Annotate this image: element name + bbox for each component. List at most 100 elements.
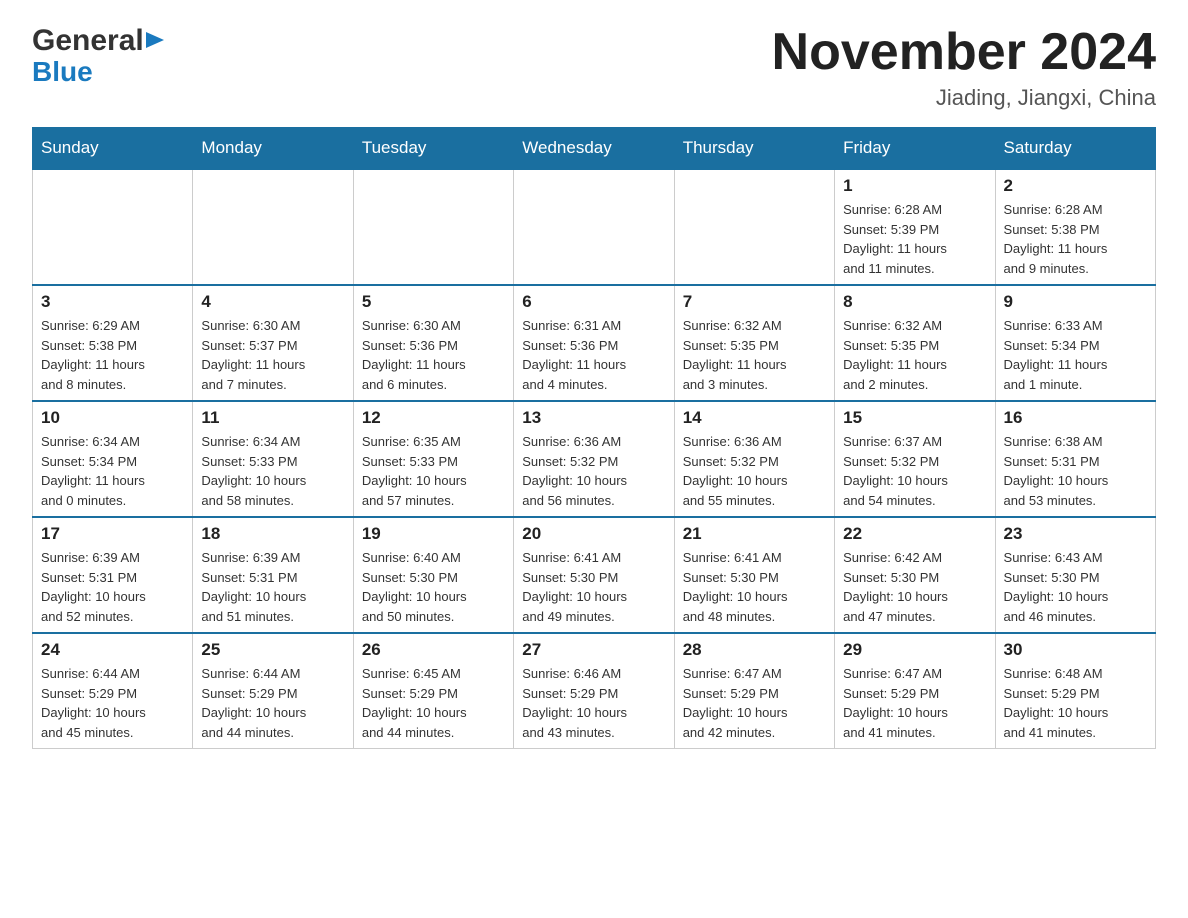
calendar-day-cell: 12 Sunrise: 6:35 AM Sunset: 5:33 PM Dayli… xyxy=(353,401,513,517)
day-number: 9 xyxy=(1004,292,1147,312)
day-number: 21 xyxy=(683,524,826,544)
day-info: Sunrise: 6:34 AM Sunset: 5:34 PM Dayligh… xyxy=(41,432,184,510)
day-number: 18 xyxy=(201,524,344,544)
header-wednesday: Wednesday xyxy=(514,128,674,170)
day-number: 26 xyxy=(362,640,505,660)
day-info: Sunrise: 6:36 AM Sunset: 5:32 PM Dayligh… xyxy=(683,432,826,510)
day-info: Sunrise: 6:31 AM Sunset: 5:36 PM Dayligh… xyxy=(522,316,665,394)
calendar-day-cell: 7 Sunrise: 6:32 AM Sunset: 5:35 PM Daylig… xyxy=(674,285,834,401)
day-info: Sunrise: 6:29 AM Sunset: 5:38 PM Dayligh… xyxy=(41,316,184,394)
day-number: 4 xyxy=(201,292,344,312)
day-info: Sunrise: 6:34 AM Sunset: 5:33 PM Dayligh… xyxy=(201,432,344,510)
header-tuesday: Tuesday xyxy=(353,128,513,170)
calendar-day-cell: 23 Sunrise: 6:43 AM Sunset: 5:30 PM Dayli… xyxy=(995,517,1155,633)
calendar-day-cell: 6 Sunrise: 6:31 AM Sunset: 5:36 PM Daylig… xyxy=(514,285,674,401)
calendar-day-cell: 4 Sunrise: 6:30 AM Sunset: 5:37 PM Daylig… xyxy=(193,285,353,401)
calendar-day-cell: 5Sunrise: 6:30 AM Sunset: 5:36 PM Daylig… xyxy=(353,285,513,401)
header-sunday: Sunday xyxy=(33,128,193,170)
day-number: 30 xyxy=(1004,640,1147,660)
calendar-day-cell: 26 Sunrise: 6:45 AM Sunset: 5:29 PM Dayli… xyxy=(353,633,513,749)
calendar-week-row: 3 Sunrise: 6:29 AM Sunset: 5:38 PM Daylig… xyxy=(33,285,1156,401)
day-info: Sunrise: 6:46 AM Sunset: 5:29 PM Dayligh… xyxy=(522,664,665,742)
day-info: Sunrise: 6:41 AM Sunset: 5:30 PM Dayligh… xyxy=(683,548,826,626)
subtitle: Jiading, Jiangxi, China xyxy=(772,85,1156,111)
day-number: 15 xyxy=(843,408,986,428)
calendar-day-cell xyxy=(193,169,353,285)
calendar-day-cell: 10 Sunrise: 6:34 AM Sunset: 5:34 PM Dayli… xyxy=(33,401,193,517)
calendar-day-cell: 8 Sunrise: 6:32 AM Sunset: 5:35 PM Daylig… xyxy=(835,285,995,401)
calendar-week-row: 1 Sunrise: 6:28 AM Sunset: 5:39 PM Daylig… xyxy=(33,169,1156,285)
calendar-week-row: 24Sunrise: 6:44 AM Sunset: 5:29 PM Dayli… xyxy=(33,633,1156,749)
calendar-day-cell: 15 Sunrise: 6:37 AM Sunset: 5:32 PM Dayli… xyxy=(835,401,995,517)
day-number: 19 xyxy=(362,524,505,544)
logo: General Blue xyxy=(32,24,168,88)
calendar-day-cell: 20 Sunrise: 6:41 AM Sunset: 5:30 PM Dayli… xyxy=(514,517,674,633)
calendar-day-cell: 13 Sunrise: 6:36 AM Sunset: 5:32 PM Dayli… xyxy=(514,401,674,517)
day-info: Sunrise: 6:43 AM Sunset: 5:30 PM Dayligh… xyxy=(1004,548,1147,626)
calendar-day-cell xyxy=(514,169,674,285)
calendar-day-cell xyxy=(33,169,193,285)
day-number: 8 xyxy=(843,292,986,312)
day-number: 13 xyxy=(522,408,665,428)
day-info: Sunrise: 6:35 AM Sunset: 5:33 PM Dayligh… xyxy=(362,432,505,510)
calendar-day-cell: 3 Sunrise: 6:29 AM Sunset: 5:38 PM Daylig… xyxy=(33,285,193,401)
calendar-day-cell: 21 Sunrise: 6:41 AM Sunset: 5:30 PM Dayli… xyxy=(674,517,834,633)
title-area: November 2024 Jiading, Jiangxi, China xyxy=(772,24,1156,111)
calendar-day-cell: 9 Sunrise: 6:33 AM Sunset: 5:34 PM Daylig… xyxy=(995,285,1155,401)
day-info: Sunrise: 6:30 AM Sunset: 5:37 PM Dayligh… xyxy=(201,316,344,394)
day-number: 7 xyxy=(683,292,826,312)
day-number: 3 xyxy=(41,292,184,312)
day-number: 10 xyxy=(41,408,184,428)
calendar-day-cell: 16Sunrise: 6:38 AM Sunset: 5:31 PM Dayli… xyxy=(995,401,1155,517)
day-info: Sunrise: 6:44 AM Sunset: 5:29 PM Dayligh… xyxy=(41,664,184,742)
calendar-day-cell: 22Sunrise: 6:42 AM Sunset: 5:30 PM Dayli… xyxy=(835,517,995,633)
day-info: Sunrise: 6:33 AM Sunset: 5:34 PM Dayligh… xyxy=(1004,316,1147,394)
day-number: 17 xyxy=(41,524,184,544)
day-info: Sunrise: 6:48 AM Sunset: 5:29 PM Dayligh… xyxy=(1004,664,1147,742)
calendar-header-row: Sunday Monday Tuesday Wednesday Thursday… xyxy=(33,128,1156,170)
day-info: Sunrise: 6:32 AM Sunset: 5:35 PM Dayligh… xyxy=(843,316,986,394)
day-info: Sunrise: 6:47 AM Sunset: 5:29 PM Dayligh… xyxy=(683,664,826,742)
calendar-day-cell: 19 Sunrise: 6:40 AM Sunset: 5:30 PM Dayli… xyxy=(353,517,513,633)
day-info: Sunrise: 6:38 AM Sunset: 5:31 PM Dayligh… xyxy=(1004,432,1147,510)
day-info: Sunrise: 6:28 AM Sunset: 5:39 PM Dayligh… xyxy=(843,200,986,278)
calendar-table: Sunday Monday Tuesday Wednesday Thursday… xyxy=(32,127,1156,749)
calendar-day-cell: 30 Sunrise: 6:48 AM Sunset: 5:29 PM Dayli… xyxy=(995,633,1155,749)
calendar-week-row: 10 Sunrise: 6:34 AM Sunset: 5:34 PM Dayli… xyxy=(33,401,1156,517)
calendar-day-cell xyxy=(674,169,834,285)
day-number: 29 xyxy=(843,640,986,660)
day-number: 27 xyxy=(522,640,665,660)
day-info: Sunrise: 6:32 AM Sunset: 5:35 PM Dayligh… xyxy=(683,316,826,394)
logo-general-text: General xyxy=(32,24,144,58)
calendar-day-cell: 11 Sunrise: 6:34 AM Sunset: 5:33 PM Dayli… xyxy=(193,401,353,517)
calendar-day-cell: 28Sunrise: 6:47 AM Sunset: 5:29 PM Dayli… xyxy=(674,633,834,749)
header-saturday: Saturday xyxy=(995,128,1155,170)
calendar-day-cell: 25Sunrise: 6:44 AM Sunset: 5:29 PM Dayli… xyxy=(193,633,353,749)
calendar-day-cell: 17Sunrise: 6:39 AM Sunset: 5:31 PM Dayli… xyxy=(33,517,193,633)
day-info: Sunrise: 6:40 AM Sunset: 5:30 PM Dayligh… xyxy=(362,548,505,626)
day-number: 25 xyxy=(201,640,344,660)
day-info: Sunrise: 6:41 AM Sunset: 5:30 PM Dayligh… xyxy=(522,548,665,626)
calendar-day-cell: 24Sunrise: 6:44 AM Sunset: 5:29 PM Dayli… xyxy=(33,633,193,749)
day-number: 20 xyxy=(522,524,665,544)
day-info: Sunrise: 6:39 AM Sunset: 5:31 PM Dayligh… xyxy=(201,548,344,626)
day-info: Sunrise: 6:45 AM Sunset: 5:29 PM Dayligh… xyxy=(362,664,505,742)
day-info: Sunrise: 6:42 AM Sunset: 5:30 PM Dayligh… xyxy=(843,548,986,626)
day-number: 12 xyxy=(362,408,505,428)
page-header: General Blue November 2024 Jiading, Jian… xyxy=(32,24,1156,111)
day-number: 1 xyxy=(843,176,986,196)
calendar-day-cell: 1 Sunrise: 6:28 AM Sunset: 5:39 PM Daylig… xyxy=(835,169,995,285)
day-number: 11 xyxy=(201,408,344,428)
day-number: 2 xyxy=(1004,176,1147,196)
calendar-day-cell: 18 Sunrise: 6:39 AM Sunset: 5:31 PM Dayli… xyxy=(193,517,353,633)
day-number: 23 xyxy=(1004,524,1147,544)
day-number: 6 xyxy=(522,292,665,312)
logo-blue-text: Blue xyxy=(32,56,93,88)
day-info: Sunrise: 6:47 AM Sunset: 5:29 PM Dayligh… xyxy=(843,664,986,742)
calendar-day-cell: 14Sunrise: 6:36 AM Sunset: 5:32 PM Dayli… xyxy=(674,401,834,517)
day-info: Sunrise: 6:36 AM Sunset: 5:32 PM Dayligh… xyxy=(522,432,665,510)
logo-triangle-icon xyxy=(146,32,168,54)
day-info: Sunrise: 6:37 AM Sunset: 5:32 PM Dayligh… xyxy=(843,432,986,510)
calendar-day-cell: 27 Sunrise: 6:46 AM Sunset: 5:29 PM Dayli… xyxy=(514,633,674,749)
day-info: Sunrise: 6:28 AM Sunset: 5:38 PM Dayligh… xyxy=(1004,200,1147,278)
